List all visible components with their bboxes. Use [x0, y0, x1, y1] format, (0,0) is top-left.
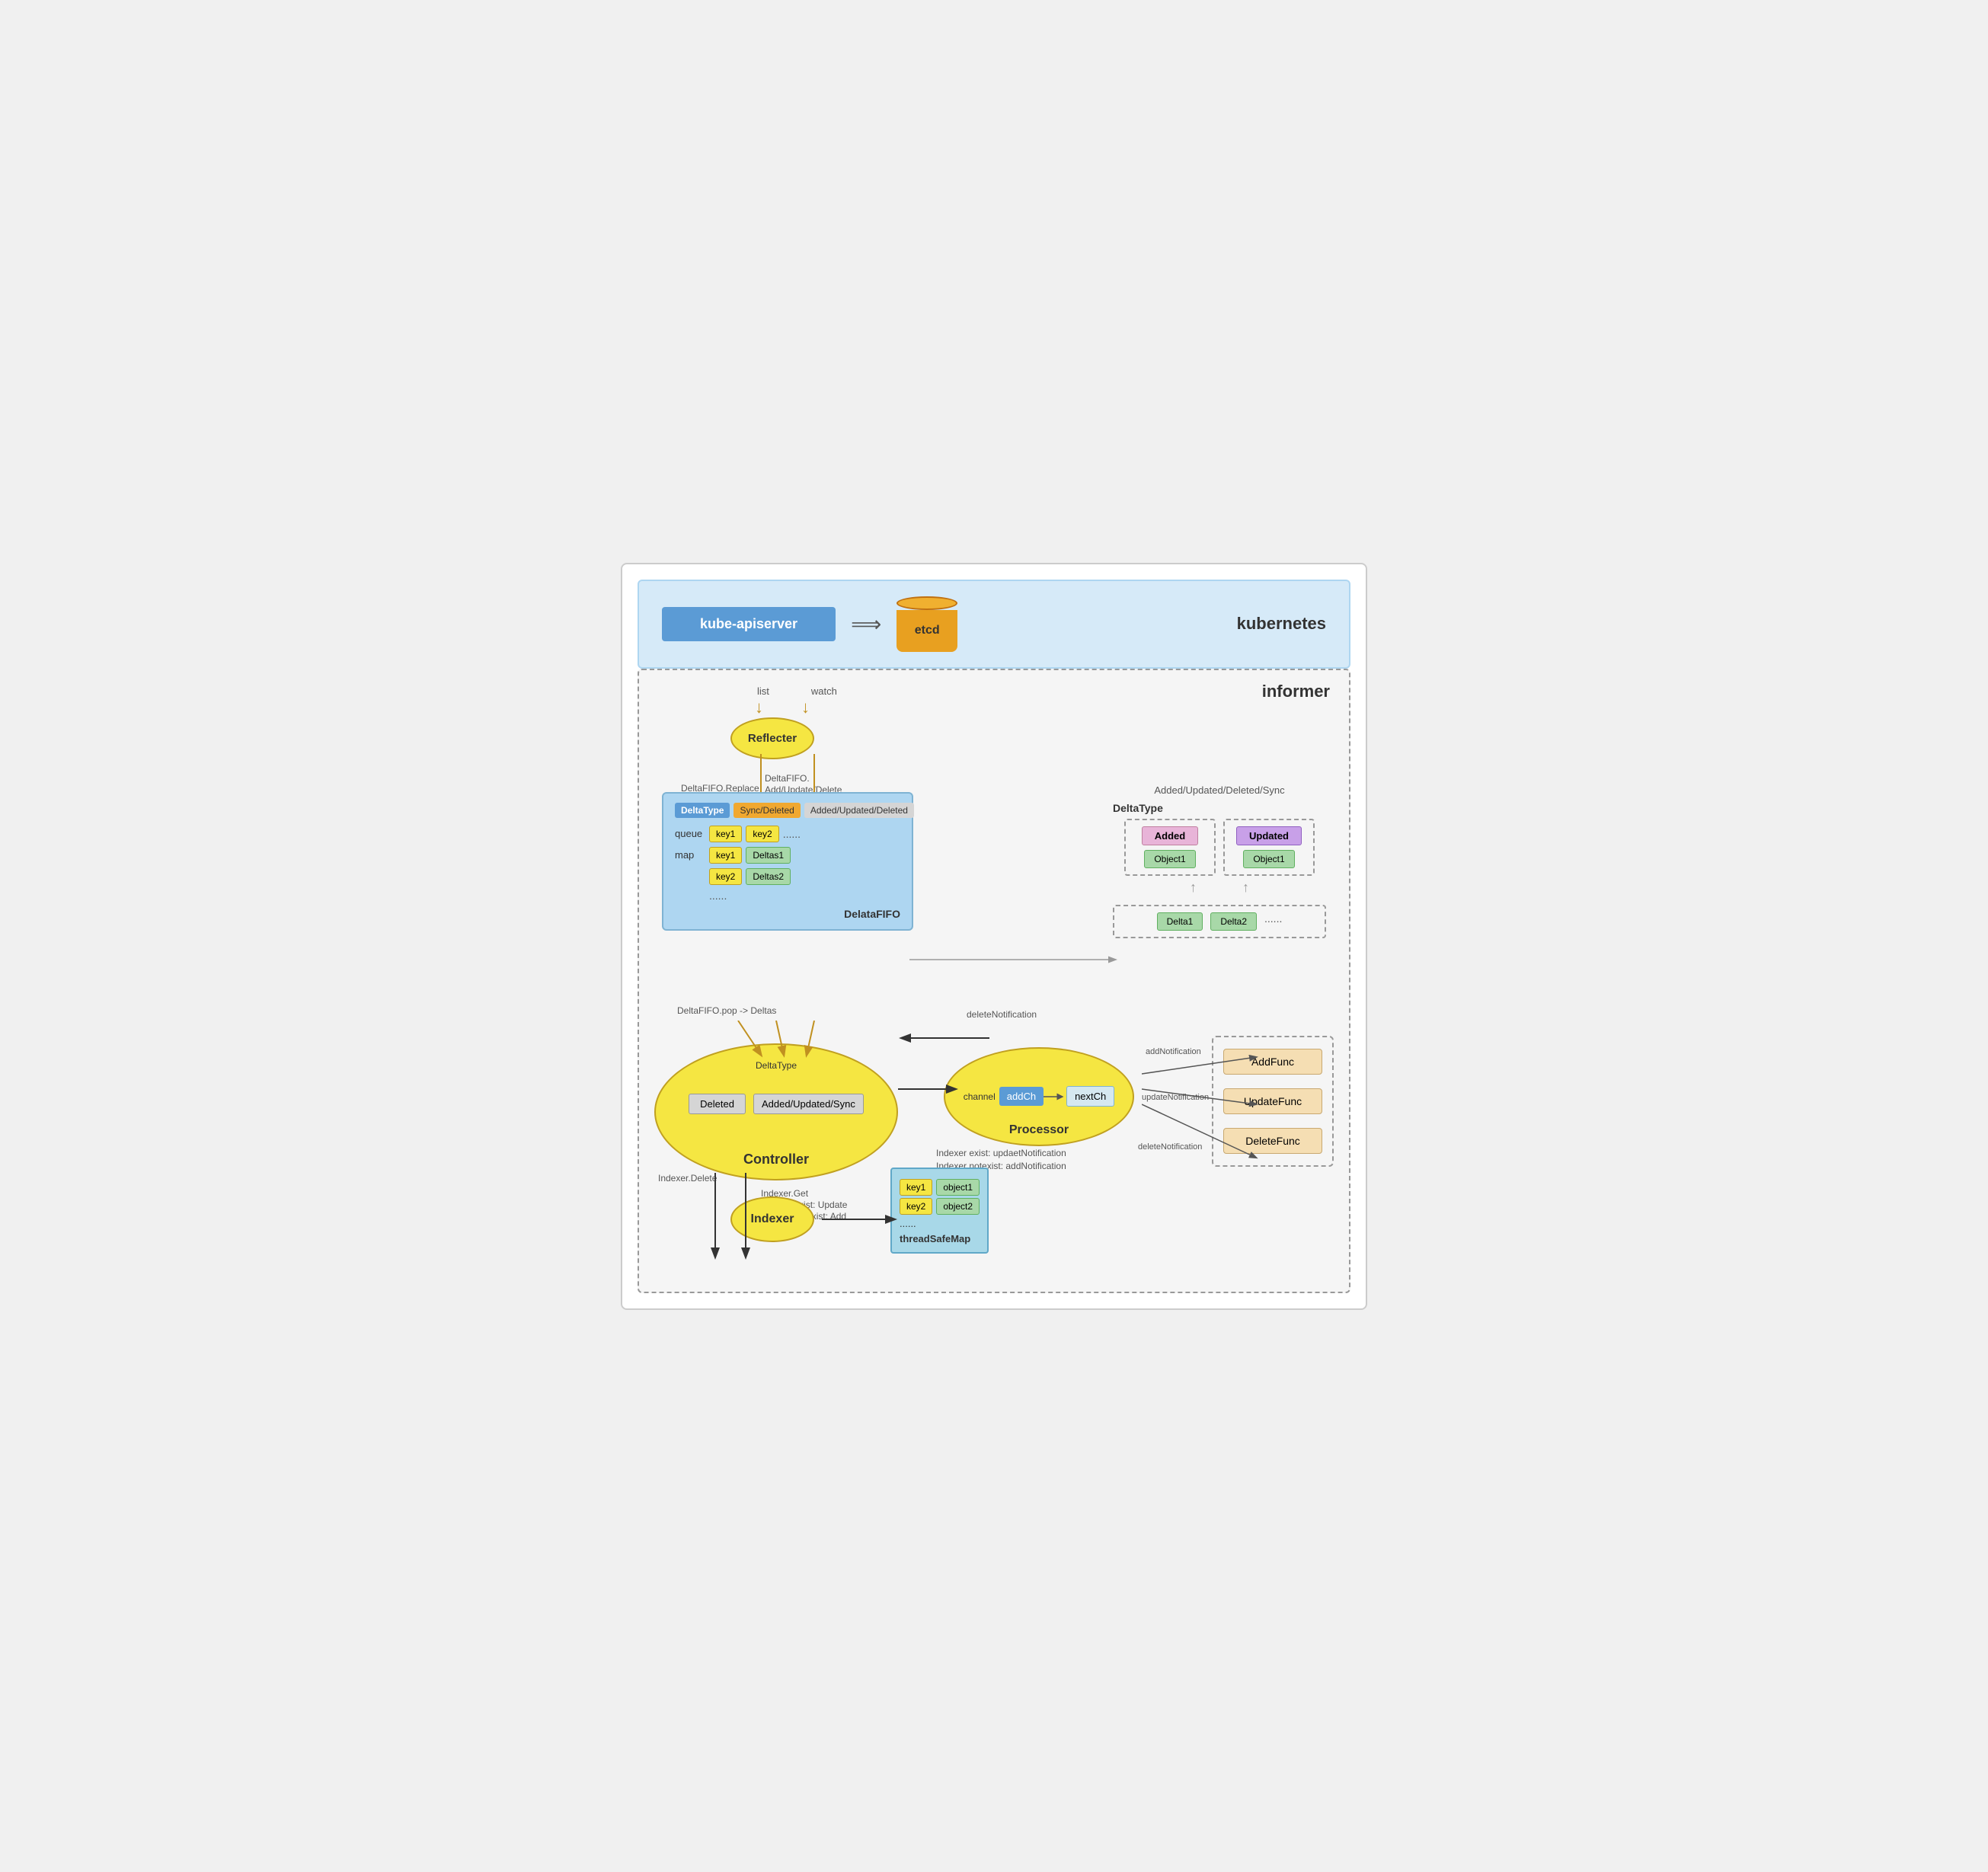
- map-dots-row: ......: [675, 890, 900, 902]
- added-box: Added: [1142, 826, 1198, 845]
- delta-dots: ......: [1264, 912, 1282, 931]
- controller-input-arrows-svg: [715, 1021, 868, 1059]
- map-key2: key2: [709, 868, 742, 885]
- deltafifo-container: DeltaType Sync/Deleted Added/Updated/Del…: [662, 792, 913, 931]
- map-label: map: [675, 849, 705, 861]
- deltafifo-pop-label: DeltaFIFO.pop -> Deltas: [677, 1005, 776, 1016]
- processor-area: channel addCh nextCh Processor: [944, 1047, 1134, 1146]
- controller-inner: Deleted Added/Updated/Sync: [689, 1094, 864, 1114]
- controller-title: Controller: [743, 1152, 809, 1168]
- updated-object1: Object1: [1243, 850, 1294, 868]
- map-row1: map key1 Deltas1: [675, 847, 900, 864]
- list-arrow: ↓: [755, 698, 763, 717]
- delete-notification2-label: deleteNotification: [1138, 1142, 1202, 1152]
- addch-box: addCh: [999, 1087, 1044, 1106]
- map-deltas2: Deltas2: [746, 868, 791, 885]
- controller-delta-label: DeltaType: [756, 1060, 797, 1071]
- ctrl-to-proc-arrow-svg: [898, 1074, 959, 1104]
- added-card: Added Object1: [1124, 819, 1216, 876]
- deleted-btn: Deleted: [689, 1094, 746, 1114]
- kubernetes-label: kubernetes: [1237, 614, 1326, 634]
- tsm-object2: object2: [936, 1198, 980, 1215]
- sync-deleted-box: Sync/Deleted: [734, 803, 800, 818]
- tsm-dots: ......: [900, 1218, 980, 1229]
- kubernetes-section: kube-apiserver ⟹ etcd kubernetes: [638, 580, 1350, 669]
- updated-box: Updated: [1236, 826, 1302, 845]
- proc-to-ctrl-delete-arrow-svg: [898, 1027, 989, 1049]
- tsm-key1: key1: [900, 1179, 932, 1196]
- added-object1: Object1: [1144, 850, 1195, 868]
- queue-key1: key1: [709, 826, 742, 842]
- up-arrow-2: ↑: [1242, 880, 1249, 896]
- queue-label: queue: [675, 828, 705, 839]
- reflector-label: Reflecter: [748, 732, 797, 745]
- map-deltas1: Deltas1: [746, 847, 791, 864]
- api-to-etcd-arrow: ⟹: [851, 612, 881, 637]
- kube-apiserver-box: kube-apiserver: [662, 607, 836, 641]
- up-arrows-deltatype: ↑ ↑: [1113, 880, 1326, 896]
- nextch-box: nextCh: [1066, 1086, 1114, 1107]
- processor-oval: channel addCh nextCh Processor: [944, 1047, 1134, 1146]
- map-key1: key1: [709, 847, 742, 864]
- tsm-row2: key2 object2: [900, 1198, 980, 1215]
- etcd-cylinder: etcd: [897, 596, 957, 652]
- list-label: list: [757, 685, 769, 697]
- deltatype-panel: Added/Updated/Deleted/Sync DeltaType Add…: [1113, 784, 1326, 938]
- watch-label: watch: [811, 685, 837, 697]
- down-arrows: ↓ ↓: [755, 698, 810, 717]
- tsm-key2: key2: [900, 1198, 932, 1215]
- channel-label: channel: [964, 1091, 996, 1102]
- delete-notification-label: deleteNotification: [967, 1009, 1037, 1020]
- update-notification-label: updateNotification: [1142, 1093, 1209, 1102]
- main-diagram: kube-apiserver ⟹ etcd kubernetes informe…: [621, 563, 1367, 1310]
- processor-title: Processor: [1009, 1123, 1069, 1137]
- indexer-to-tsm-arrow-svg: [822, 1208, 898, 1231]
- deltafifo-header: DeltaType Sync/Deleted Added/Updated/Del…: [675, 803, 900, 818]
- ctrl-to-indexer-arrows-svg: [700, 1173, 776, 1264]
- map-row2: key2 Deltas2: [675, 868, 900, 885]
- informer-section: informer list watch ↓ ↓ Reflecter DeltaF…: [638, 669, 1350, 1293]
- controller-oval: DeltaType Deleted Added/Updated/Sync Con…: [654, 1043, 898, 1180]
- etcd-body: etcd: [897, 610, 957, 652]
- deltatype-boxes: Added Object1 Updated Object1: [1113, 819, 1326, 876]
- reflector-oval: Reflecter: [730, 717, 814, 759]
- informer-label: informer: [1262, 682, 1330, 701]
- addch-to-nextch-arrow: [1044, 1089, 1066, 1104]
- deltatype-bold-label: DeltaType: [1113, 802, 1326, 814]
- threadsafemap-section: key1 object1 key2 object2 ...... threadS…: [890, 1168, 989, 1254]
- tsm-object1: object1: [936, 1179, 980, 1196]
- queue-dots: ......: [783, 828, 801, 840]
- queue-row: queue key1 key2 ......: [675, 826, 900, 842]
- queue-key2: key2: [746, 826, 778, 842]
- etcd-top: [897, 596, 957, 610]
- controller-area: DeltaType Deleted Added/Updated/Sync Con…: [654, 1043, 898, 1180]
- delta2-box: Delta2: [1210, 912, 1257, 931]
- deltafifo-title: DelataFIFO: [675, 908, 900, 920]
- indexer-exist-notif-label: Indexer exist: updaetNotification: [936, 1148, 1066, 1158]
- delta1-box: Delta1: [1157, 912, 1203, 931]
- up-arrow-1: ↑: [1190, 880, 1197, 896]
- tsm-title: threadSafeMap: [900, 1233, 980, 1244]
- added-updated-box: Added/Updated/Deleted: [804, 803, 914, 818]
- deltafifo-to-deltatype-arrow-svg: [909, 944, 1123, 975]
- list-watch-row: list watch: [757, 685, 837, 697]
- map-dots: ......: [709, 890, 727, 902]
- add-notification-label: addNotification: [1146, 1047, 1201, 1056]
- updated-card: Updated Object1: [1223, 819, 1315, 876]
- delta-type-tag: DeltaType: [675, 803, 730, 818]
- watch-arrow: ↓: [801, 698, 810, 717]
- added-updated-sync-btn: Added/Updated/Sync: [753, 1094, 864, 1114]
- added-updated-deleted-sync-label: Added/Updated/Deleted/Sync: [1113, 784, 1326, 796]
- tsm-row1: key1 object1: [900, 1179, 980, 1196]
- delta-bottom-row: Delta1 Delta2 ......: [1113, 905, 1326, 938]
- proc-to-handler-arrows-svg: [1142, 1043, 1264, 1196]
